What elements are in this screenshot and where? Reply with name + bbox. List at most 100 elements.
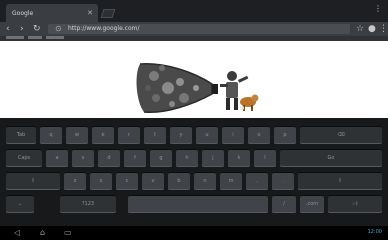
url-text: http://www.google.com/ [68, 25, 140, 32]
key-label: v [151, 178, 155, 184]
key-k[interactable]: k [228, 149, 250, 167]
key-label: x [99, 178, 103, 184]
key-del[interactable]: ⌫ [300, 126, 382, 144]
key-v[interactable]: v [142, 172, 164, 190]
on-screen-keyboard: Tab q w e r t y u i o p ⌫ Caps a s d f g h j k l Go ⇧ z x c v b n m,. ⇧… [0, 118, 388, 226]
key-period[interactable]: . [272, 172, 294, 190]
status-clock: 12:00 [367, 229, 382, 235]
key-r[interactable]: r [118, 126, 140, 144]
key-label: z [73, 178, 77, 184]
key-q[interactable]: q [40, 126, 62, 144]
bookmark-star-icon[interactable]: ☆ [356, 23, 364, 35]
key-label: , [256, 178, 258, 184]
key-label: ⌫ [337, 132, 345, 138]
system-bar: ◁ ⌂ ▭ 12:00 [0, 226, 388, 240]
key-shift[interactable]: ⇧ [6, 172, 60, 190]
key-m[interactable]: m [220, 172, 242, 190]
key-slash[interactable]: / [272, 195, 296, 213]
back-arrow-icon[interactable]: ‹ [6, 23, 10, 35]
key-t[interactable]: t [144, 126, 166, 144]
key-u[interactable]: u [196, 126, 218, 144]
key-shift2[interactable]: ⇧ [298, 172, 382, 190]
system-back-icon[interactable]: ◁ [14, 227, 20, 239]
key-o[interactable]: o [248, 126, 270, 144]
key-label: e [101, 132, 105, 138]
key-label: d [107, 155, 111, 161]
key-n[interactable]: n [194, 172, 216, 190]
key-w[interactable]: w [66, 126, 88, 144]
key-label: i [232, 132, 234, 138]
key-d[interactable]: d [98, 149, 120, 167]
key-label: b [177, 178, 181, 184]
bookmark-item[interactable] [6, 36, 24, 39]
key-space[interactable] [128, 195, 268, 213]
key-h[interactable]: h [176, 149, 198, 167]
key-label: c [125, 178, 129, 184]
bookmark-item[interactable] [46, 36, 64, 39]
key-label: r [127, 132, 131, 138]
key-label: m [228, 178, 234, 184]
overflow-menu-icon[interactable]: ⋮ [374, 4, 382, 13]
key-a[interactable]: a [46, 149, 68, 167]
key-label: ?123 [81, 201, 95, 207]
address-bar: ‹ › ↻ ⊙ http://www.google.com/ ☆ ● ⋮ [0, 22, 388, 36]
key-label: y [179, 132, 183, 138]
key-p[interactable]: p [274, 126, 296, 144]
key-label: s [81, 155, 85, 161]
key-label: :-) [352, 201, 358, 207]
key-label: n [203, 178, 207, 184]
key-tab[interactable]: Tab [6, 126, 36, 144]
key-f[interactable]: f [124, 149, 146, 167]
key-hide[interactable]: ⌄ [6, 195, 34, 213]
key-s[interactable]: s [72, 149, 94, 167]
key-label: / [283, 201, 285, 207]
key-label: a [55, 155, 59, 161]
bookmark-item[interactable] [28, 36, 42, 39]
key-label: Tab [16, 132, 26, 138]
google-doodle-icon[interactable] [134, 58, 264, 118]
site-icon: ⊙ [55, 24, 62, 33]
key-e[interactable]: e [92, 126, 114, 144]
recent-apps-icon[interactable]: ▭ [64, 227, 72, 239]
forward-arrow-icon[interactable]: › [20, 23, 24, 35]
key-i[interactable]: i [222, 126, 244, 144]
key-label: Caps [17, 155, 31, 161]
key-label: ⇧ [30, 178, 36, 184]
key-label: q [49, 132, 53, 138]
key-label: f [134, 155, 136, 161]
key-label: j [212, 155, 214, 161]
key-z[interactable]: z [64, 172, 86, 190]
browser-tab[interactable]: Google ✕ [6, 4, 98, 22]
key-y[interactable]: y [170, 126, 192, 144]
key-emoji[interactable]: :-) [328, 195, 382, 213]
key-b[interactable]: b [168, 172, 190, 190]
tab-title: Google [12, 9, 34, 17]
reload-icon[interactable]: ↻ [33, 23, 41, 35]
key-x[interactable]: x [90, 172, 112, 190]
key-label: w [74, 132, 80, 138]
key-label: u [205, 132, 209, 138]
key-l[interactable]: l [254, 149, 276, 167]
key-go[interactable]: Go [280, 149, 382, 167]
key-com[interactable]: .com [300, 195, 324, 213]
key-j[interactable]: j [202, 149, 224, 167]
key-g[interactable]: g [150, 149, 172, 167]
close-icon[interactable]: ✕ [87, 9, 93, 17]
key-label: g [159, 155, 163, 161]
key-label: . [282, 178, 284, 184]
key-caps[interactable]: Caps [6, 149, 42, 167]
key-comma[interactable]: , [246, 172, 268, 190]
key-label: ⌄ [17, 201, 23, 207]
key-c[interactable]: c [116, 172, 138, 190]
key-label: ⇧ [337, 178, 343, 184]
home-icon[interactable]: ⌂ [40, 227, 45, 239]
overflow-menu-icon[interactable]: ⋮ [379, 23, 388, 35]
key-label: t [154, 132, 156, 138]
key-label: k [237, 155, 241, 161]
key-sym[interactable]: ?123 [60, 195, 116, 213]
microphone-icon[interactable]: ● [368, 23, 376, 35]
key-label: .com [305, 201, 319, 207]
new-tab-button[interactable] [100, 9, 116, 18]
key-label: p [283, 132, 287, 138]
key-label: h [185, 155, 189, 161]
